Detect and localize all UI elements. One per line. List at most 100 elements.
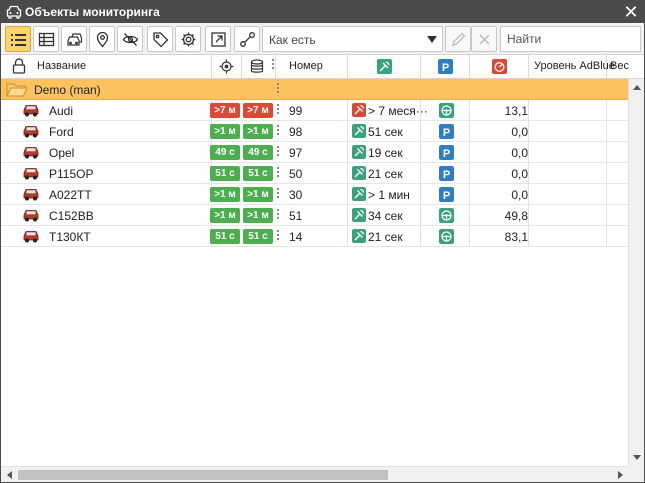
fuel-level: 83,1 bbox=[504, 230, 528, 244]
header-gps[interactable] bbox=[212, 55, 242, 78]
scroll-right-icon[interactable] bbox=[618, 471, 623, 479]
car-front-icon bbox=[6, 5, 22, 19]
export-icon bbox=[211, 32, 226, 47]
parking-icon: P bbox=[439, 166, 454, 181]
group-menu-icon[interactable] bbox=[277, 83, 280, 95]
table-row[interactable]: Р115ОР 51 с 51 с 50 21 сек P 0,0 bbox=[1, 163, 628, 184]
column-menu-icon[interactable] bbox=[272, 59, 275, 71]
scroll-down-icon[interactable] bbox=[633, 455, 641, 460]
table-row[interactable]: Audi >7 м >7 м 99 > 7 меся··· 13,1 bbox=[1, 100, 628, 121]
list-view-icon bbox=[11, 34, 26, 46]
row-menu-icon[interactable] bbox=[277, 188, 280, 200]
group-row[interactable]: Demo (man) bbox=[1, 79, 628, 100]
steering-wheel-icon bbox=[439, 208, 454, 223]
adblue-cell bbox=[529, 163, 607, 183]
search-input[interactable] bbox=[500, 26, 641, 52]
last-message-time: > 7 меся··· bbox=[368, 104, 428, 118]
tags-button[interactable] bbox=[147, 26, 173, 52]
lock-icon[interactable] bbox=[12, 58, 26, 74]
sort-select[interactable]: Как есть bbox=[262, 26, 443, 52]
row-menu-icon[interactable] bbox=[277, 104, 280, 116]
last-message-time: 19 сек bbox=[368, 146, 403, 160]
object-name[interactable]: Т130КТ bbox=[49, 230, 91, 244]
adblue-cell bbox=[529, 121, 607, 141]
header-weight[interactable]: Вес bbox=[607, 55, 644, 78]
edit-button[interactable] bbox=[445, 26, 471, 52]
satellite-icon bbox=[352, 229, 366, 243]
row-menu-icon[interactable] bbox=[277, 146, 280, 158]
tag-icon bbox=[153, 32, 169, 48]
scroll-corner bbox=[628, 466, 644, 482]
car-icon bbox=[23, 126, 39, 138]
geozones-button[interactable] bbox=[89, 26, 115, 52]
object-name[interactable]: А022ТТ bbox=[49, 188, 92, 202]
vehicles-button[interactable] bbox=[61, 26, 87, 52]
car-icon bbox=[23, 210, 39, 222]
header-data[interactable] bbox=[242, 55, 276, 78]
scroll-thumb[interactable] bbox=[18, 470, 388, 480]
svg-text:P: P bbox=[443, 190, 450, 202]
header-last-message[interactable] bbox=[348, 55, 421, 78]
scroll-left-icon[interactable] bbox=[7, 471, 12, 479]
toolbar: Как есть bbox=[1, 23, 644, 55]
table-row[interactable]: С152ВВ >1 м >1 м 51 34 сек 49,8 bbox=[1, 205, 628, 226]
header-number[interactable]: Номер bbox=[284, 55, 348, 78]
header-adblue[interactable]: Уровень AdBlue bbox=[529, 55, 615, 78]
last-message-time: > 1 мин bbox=[368, 188, 410, 202]
row-menu-icon[interactable] bbox=[277, 125, 280, 137]
car-icon bbox=[23, 168, 39, 180]
sort-select-value: Как есть bbox=[269, 33, 316, 47]
object-name[interactable]: Ford bbox=[49, 125, 74, 139]
satellite-icon bbox=[352, 145, 366, 159]
fuel-level: 0,0 bbox=[511, 125, 528, 139]
position-age-badge: >1 м bbox=[210, 187, 240, 202]
vertical-scrollbar[interactable] bbox=[628, 79, 644, 466]
object-number: 98 bbox=[289, 125, 303, 139]
table-row[interactable]: Т130КТ 51 с 51 с 14 21 сек 83,1 bbox=[1, 226, 628, 247]
export-button[interactable] bbox=[205, 26, 231, 52]
table-view-button[interactable] bbox=[33, 26, 59, 52]
table-row[interactable]: Ford >1 м >1 м 98 51 сек P 0,0 bbox=[1, 121, 628, 142]
header-state[interactable]: P bbox=[421, 55, 470, 78]
table-row[interactable]: Opel 49 с 49 с 97 19 сек P 0,0 bbox=[1, 142, 628, 163]
geozone-icon bbox=[96, 31, 109, 48]
database-icon bbox=[250, 59, 264, 73]
scroll-up-icon[interactable] bbox=[633, 85, 641, 90]
parking-icon: P bbox=[438, 59, 453, 74]
satellite-icon bbox=[352, 208, 366, 222]
delete-button[interactable] bbox=[471, 26, 497, 52]
gps-target-icon bbox=[219, 59, 234, 74]
fuel-level: 0,0 bbox=[511, 188, 528, 202]
last-message-time: 34 сек bbox=[368, 209, 403, 223]
data-age-badge: 51 с bbox=[243, 166, 273, 181]
row-menu-icon[interactable] bbox=[277, 209, 280, 221]
hidden-objects-button[interactable] bbox=[117, 26, 143, 52]
object-name[interactable]: Opel bbox=[49, 146, 74, 160]
object-name[interactable]: Р115ОР bbox=[49, 167, 93, 181]
car-icon bbox=[23, 231, 39, 243]
close-icon[interactable]: ✕ bbox=[622, 2, 640, 22]
table-header: Название Номер P Уровень AdBlue Вес bbox=[1, 55, 644, 79]
table-row[interactable]: А022ТТ >1 м >1 м 30 > 1 мин P 0,0 bbox=[1, 184, 628, 205]
table-view-icon bbox=[38, 32, 55, 47]
connect-button[interactable] bbox=[234, 26, 260, 52]
header-name[interactable]: Название bbox=[1, 55, 212, 78]
settings-button[interactable] bbox=[175, 26, 201, 52]
position-age-badge: >7 м bbox=[210, 103, 240, 118]
object-name[interactable]: С152ВВ bbox=[49, 209, 94, 223]
fuel-level: 0,0 bbox=[511, 167, 528, 181]
data-age-badge: >1 м bbox=[243, 124, 273, 139]
row-menu-icon[interactable] bbox=[277, 167, 280, 179]
group-name: Demo (man) bbox=[34, 83, 101, 97]
adblue-cell bbox=[529, 205, 607, 225]
title-bar[interactable]: Объекты мониторинга ✕ bbox=[1, 1, 644, 23]
horizontal-scrollbar[interactable] bbox=[1, 466, 644, 482]
list-view-button[interactable] bbox=[5, 26, 31, 52]
row-menu-icon[interactable] bbox=[277, 230, 280, 242]
svg-text:P: P bbox=[443, 148, 450, 160]
satellite-icon bbox=[352, 103, 366, 117]
object-name[interactable]: Audi bbox=[49, 104, 73, 118]
header-fuel[interactable] bbox=[470, 55, 529, 78]
car-icon bbox=[23, 105, 39, 117]
folder-open-icon[interactable] bbox=[6, 82, 28, 97]
